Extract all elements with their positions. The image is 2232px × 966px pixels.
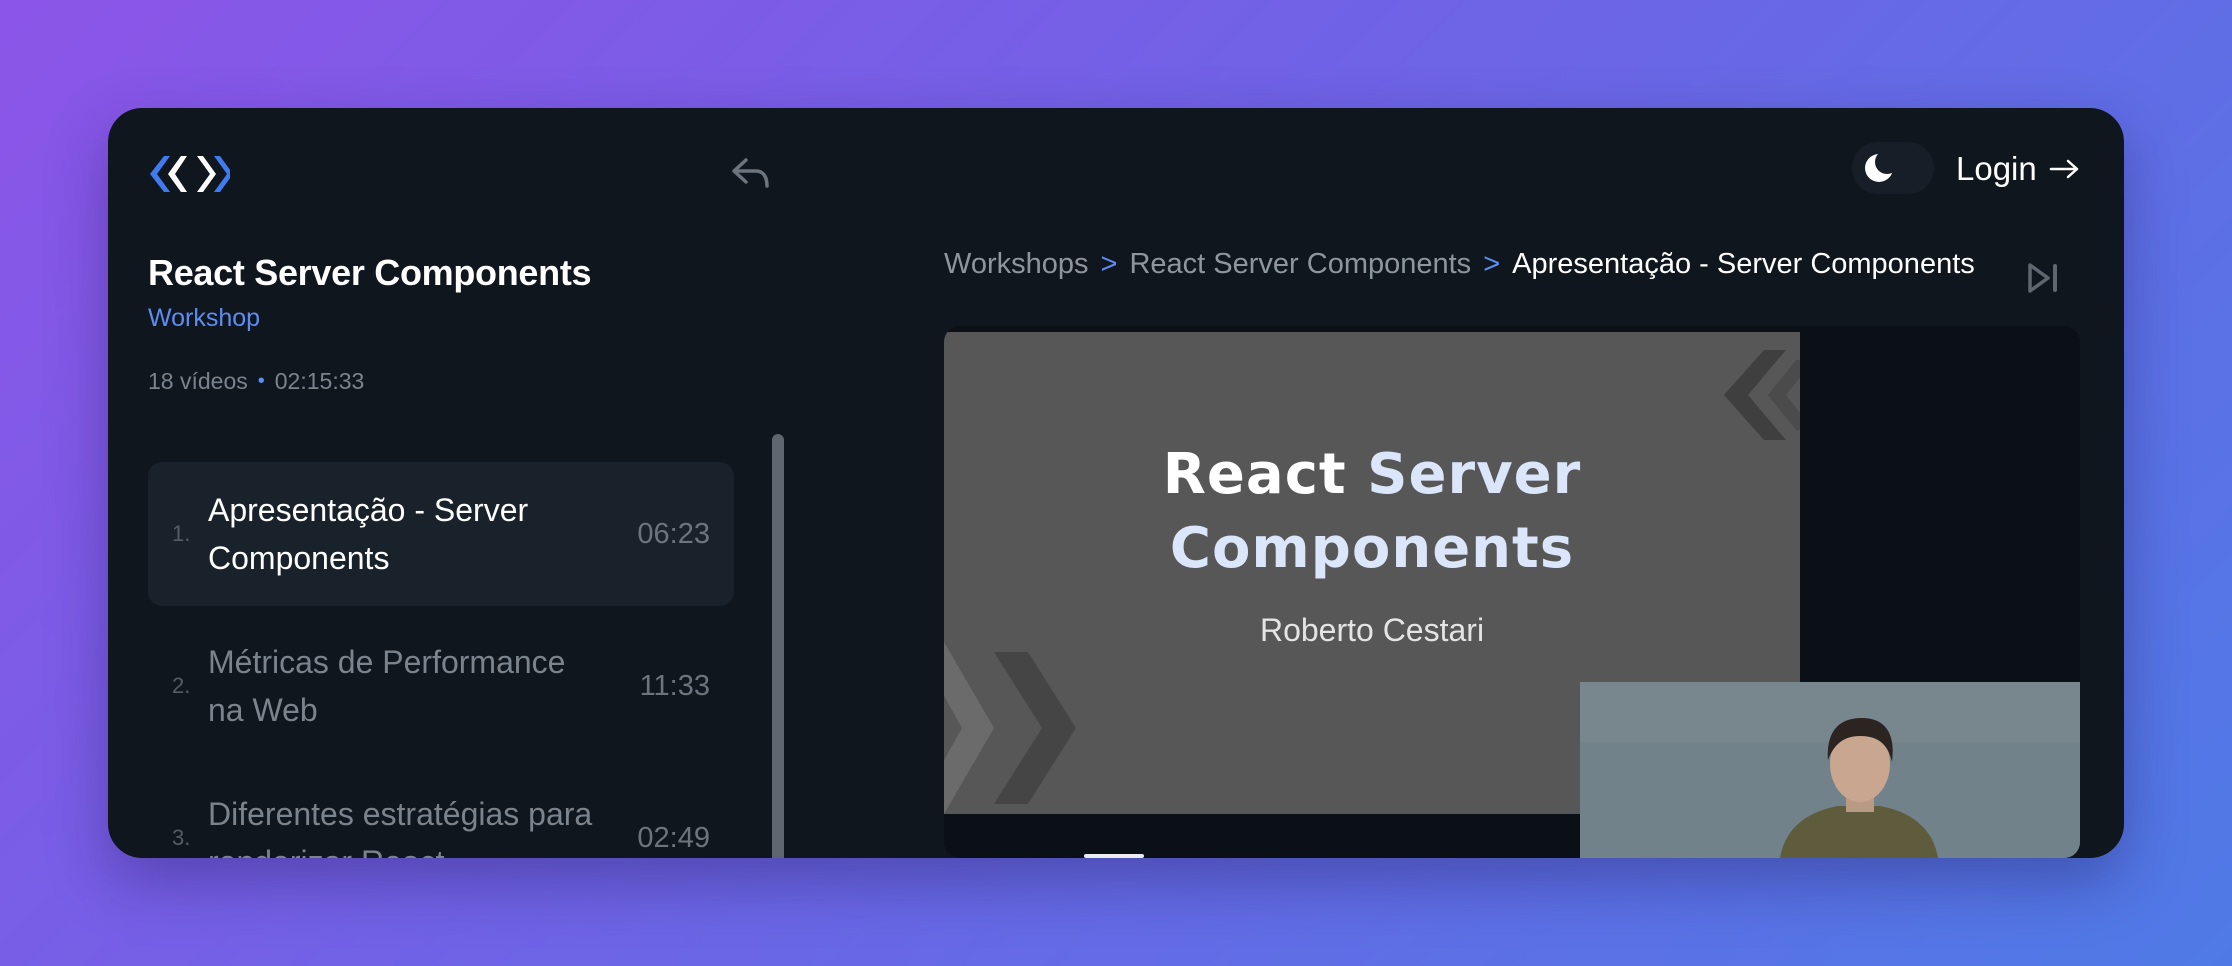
total-duration: 02:15:33 [274,368,365,394]
playlist-item-title: Apresentação - Server Components [208,492,529,576]
reply-arrow-icon [732,158,769,188]
skip-next-icon [2028,263,2057,293]
video-player[interactable]: React Server Components Roberto Cestari [944,326,2080,858]
playlist-item-number: 3. [172,825,191,850]
course-title: React Server Components [148,252,592,293]
course-kind-link[interactable]: Workshop [148,304,260,333]
chevron-decoration-icon [944,642,1076,814]
breadcrumb-course[interactable]: React Server Components [1129,248,1471,281]
playlist-item-title: Métricas de Performance na Web [208,644,566,728]
slide-title-white: React [1162,442,1347,507]
playlist-item-title: Diferentes estratégias para renderizar R… [208,796,593,858]
login-button[interactable]: Login [1956,144,2081,194]
slide-title-line-2: Components [944,516,1800,581]
chevron-decoration-icon [1724,350,1800,440]
slide-title-line-1: React Server [944,442,1800,507]
meta-separator: • [257,370,265,392]
playlist-item-number: 2. [172,673,191,698]
code-brackets-logo-icon[interactable] [148,152,230,196]
playlist-item[interactable]: 3. Diferentes estratégias para renderiza… [148,766,734,858]
video-playlist: 1. Apresentação - Server Components 06:2… [148,462,734,858]
slide-author: Roberto Cestari [1259,612,1485,648]
playlist-item-duration: 06:23 [637,517,710,550]
theme-toggle[interactable] [1852,142,1934,194]
login-label: Login [1956,150,2037,187]
breadcrumb-current: Apresentação - Server Components [1512,248,1975,280]
next-video-button[interactable] [2024,258,2064,298]
presenter-image [1580,682,2080,858]
playlist-item-duration: 11:33 [639,669,710,702]
player-progress-indicator[interactable] [1084,854,1144,858]
slide-title-blue: Server [1367,442,1582,507]
playlist-item[interactable]: 1. Apresentação - Server Components 06:2… [148,462,734,606]
moon-icon [1865,151,1896,182]
playlist-item[interactable]: 2. Métricas de Performance na Web 11:33 [148,614,734,758]
app-window: Login React Server Components Workshop 1… [108,108,2124,858]
slide-title-blue-2: Components [1169,516,1575,581]
playlist-item-duration: 02:49 [637,821,710,854]
back-button[interactable] [726,148,776,198]
presenter-webcam [1580,682,2080,858]
course-meta: 18 vídeos • 02:15:33 [148,368,364,395]
breadcrumb-separator: > [1483,248,1501,280]
playlist-item-number: 1. [172,521,191,546]
playlist-scrollbar[interactable] [772,434,784,858]
arrow-right-icon [2049,159,2078,179]
breadcrumb-separator: > [1100,248,1118,280]
breadcrumb-workshops[interactable]: Workshops [944,248,1089,281]
breadcrumb: Workshops > React Server Components > Ap… [944,248,1975,281]
video-count: 18 vídeos [148,368,248,394]
